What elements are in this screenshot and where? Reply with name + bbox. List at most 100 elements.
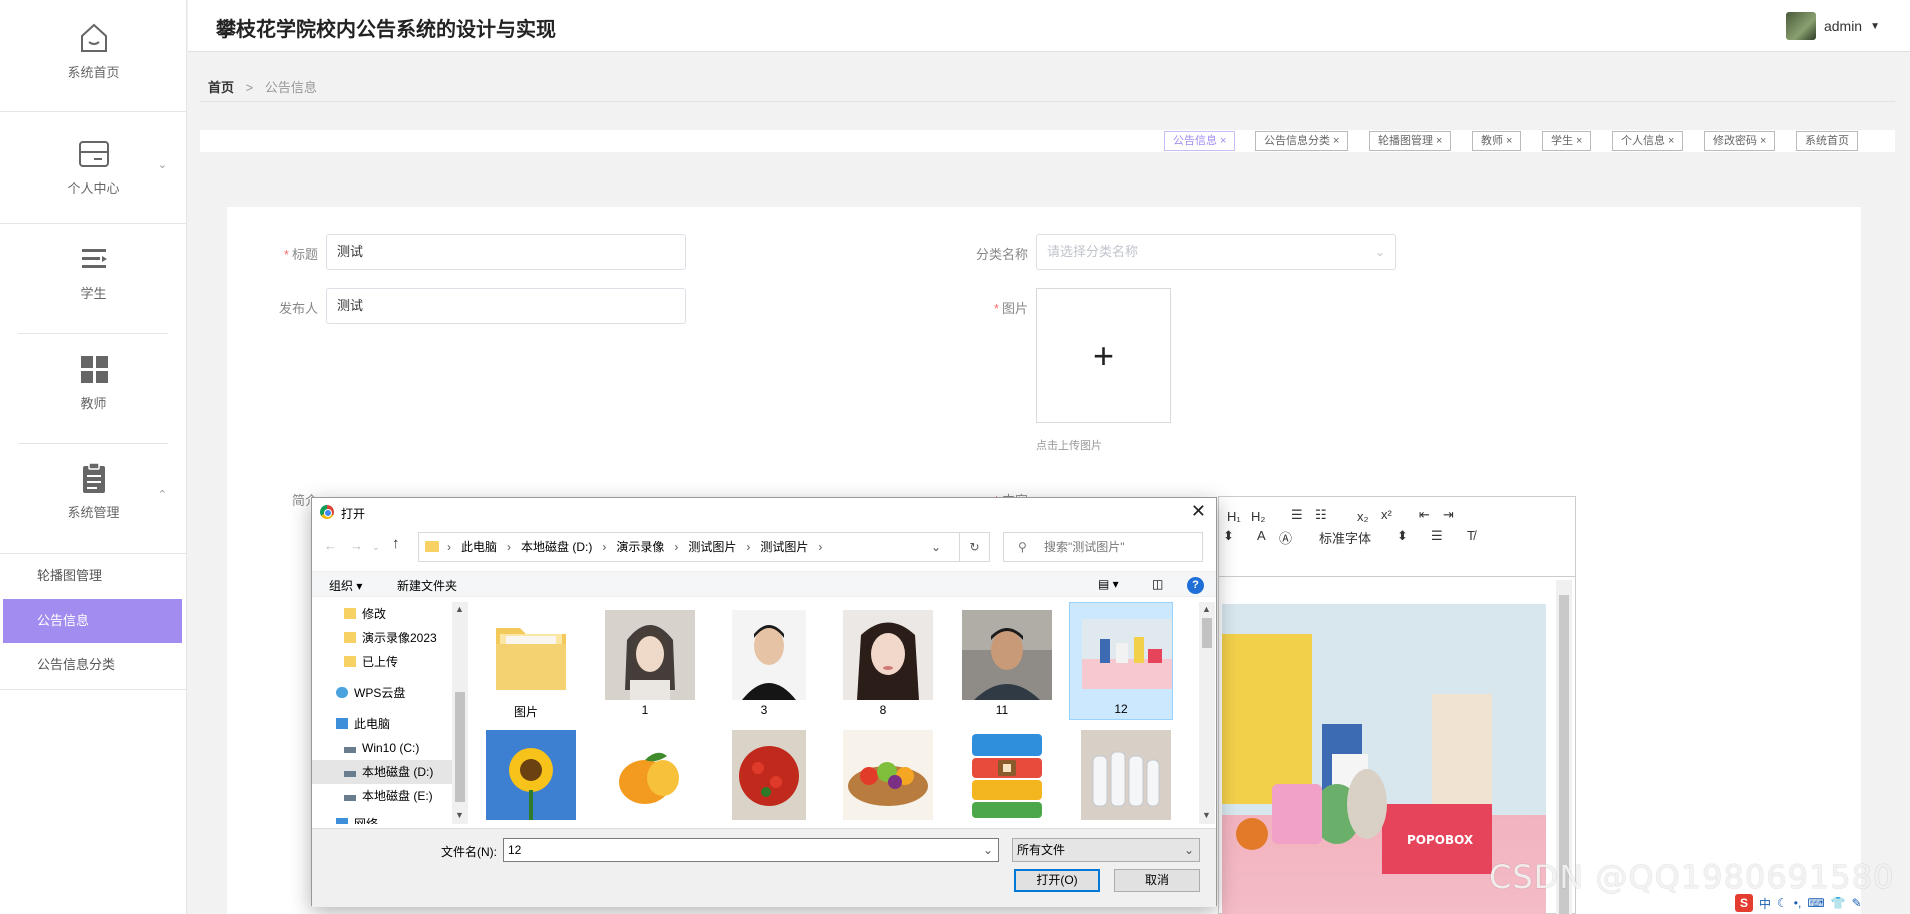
punctuation-icon[interactable]: •, [1794,896,1802,910]
help-icon[interactable]: ? [1187,577,1204,594]
tree-item[interactable]: 已上传 [312,650,452,674]
file-item[interactable] [474,724,578,824]
keyboard-icon[interactable]: ⌨ [1807,896,1824,910]
publisher-input[interactable]: 测试 [326,288,686,324]
breadcrumb-home[interactable]: 首页 [208,80,234,95]
up-arrow-icon[interactable]: ↑ [392,535,400,552]
tag-teachers[interactable]: 教师 × [1472,131,1522,151]
file-item[interactable]: 3 [712,604,816,722]
sidebar-label: 系统首页 [67,65,120,80]
moon-icon[interactable]: ☾ [1777,896,1788,910]
subscript-icon[interactable]: x₂ [1357,509,1369,524]
tag-profile[interactable]: 个人信息 × [1612,131,1684,151]
title-input[interactable]: 测试 [326,234,686,270]
cancel-button[interactable]: 取消 [1114,869,1200,892]
tag-label: 公告信息分类 [1264,135,1330,147]
close-icon[interactable]: ✕ [1191,501,1206,522]
tree-item[interactable]: 演示录像2023 [312,626,452,650]
ordered-list-icon[interactable]: ☰ [1291,507,1303,523]
indent-icon[interactable]: ⇥ [1443,507,1454,523]
scroll-thumb[interactable] [455,692,465,802]
font-select[interactable]: 标准字体 [1319,528,1371,547]
open-button[interactable]: 打开(O) [1014,869,1100,892]
clear-format-icon[interactable]: T̸ [1467,528,1475,543]
tag-notices[interactable]: 公告信息 × [1164,131,1236,151]
superscript-icon[interactable]: x² [1381,507,1392,522]
category-select[interactable]: 请选择分类名称 ⌄ [1036,234,1396,270]
scroll-up-icon[interactable]: ▲ [455,604,464,614]
scroll-up-icon[interactable]: ▲ [1202,604,1211,614]
tree-scrollbar[interactable]: ▲ ▼ [452,602,468,824]
file-scrollbar[interactable]: ▲ ▼ [1199,602,1215,824]
search-input[interactable]: ⚲ 搜索"测试图片" [1003,532,1203,562]
user-menu[interactable]: admin ▼ [1785,12,1880,40]
path-segment[interactable]: 本地磁盘 (D:) [521,540,592,554]
tools-icon[interactable]: ✎ [1852,896,1862,910]
sogou-icon[interactable]: S [1735,894,1753,912]
bullet-list-icon[interactable]: ☷ [1315,507,1327,523]
ime-language-icon[interactable]: 中 [1759,895,1771,912]
drive-icon [344,795,356,801]
view-options-icon[interactable]: ▤ ▾ [1098,577,1119,591]
align-icon[interactable]: ☰ [1431,528,1443,544]
tag-carousel[interactable]: 轮播图管理 × [1369,131,1452,151]
sidebar-item-teachers[interactable]: 教师 [0,351,187,412]
organize-button[interactable]: 组织 ▾ [329,577,362,594]
cloud-icon [336,687,348,698]
file-item[interactable] [831,724,935,824]
path-segment[interactable]: 此电脑 [461,540,497,554]
outdent-icon[interactable]: ⇤ [1419,507,1430,523]
file-item[interactable] [1069,724,1173,824]
path-segment[interactable]: 演示录像 [616,540,664,554]
scroll-down-icon[interactable]: ▼ [455,810,464,820]
chevron-down-icon[interactable]: ⌄ [931,533,941,561]
tag-students[interactable]: 学生 × [1542,131,1592,151]
sidebar-sub-notice-categories[interactable]: 公告信息分类 [0,643,187,687]
scroll-thumb[interactable] [1202,618,1212,648]
file-item[interactable] [593,724,697,824]
h1-icon[interactable]: H₁ [1227,509,1241,524]
file-item-selected[interactable]: 12 [1069,602,1173,720]
tree-item-selected[interactable]: 本地磁盘 (D:) [312,760,452,784]
background-color-icon[interactable]: Ⓐ [1279,528,1292,547]
refresh-icon[interactable]: ↻ [959,533,989,561]
forward-arrow-icon[interactable]: → [350,538,363,553]
scroll-down-icon[interactable]: ▼ [1202,810,1211,820]
tag-notice-categories[interactable]: 公告信息分类 × [1255,131,1349,151]
filename-input[interactable]: 12 ⌄ [503,838,999,862]
file-item[interactable] [950,724,1054,824]
sidebar-item-home[interactable]: 系统首页 [0,20,187,81]
tree-item[interactable]: 修改 [312,602,452,626]
address-bar[interactable]: › 此电脑 › 本地磁盘 (D:) › 演示录像 › 测试图片 › 测试图片 › ⌄ ↻ [418,532,990,562]
file-item[interactable]: 图片 [474,604,578,722]
image-upload[interactable]: + [1036,288,1171,423]
new-folder-button[interactable]: 新建文件夹 [397,577,457,594]
tree-item[interactable]: WPS云盘 [312,681,452,705]
file-item[interactable] [712,724,816,824]
path-segment[interactable]: 测试图片 [688,540,736,554]
sidebar-item-students[interactable]: 学生 [0,241,187,302]
tag-home[interactable]: 系统首页 [1796,131,1858,151]
filetype-select[interactable]: 所有文件 ⌄ [1012,838,1200,862]
file-item[interactable]: 11 [950,604,1054,722]
back-arrow-icon[interactable]: ← [324,538,337,553]
h2-icon[interactable]: H₂ [1251,509,1265,524]
tree-item[interactable]: Win10 (C:) [312,736,452,760]
preview-pane-icon[interactable]: ◫ [1152,577,1163,591]
recent-chevron-icon[interactable]: ⌄ [372,542,380,553]
sidebar-sub-notices[interactable]: 公告信息 [3,599,182,643]
tree-item[interactable]: 此电脑 [312,712,452,736]
path-segment[interactable]: 测试图片 [760,540,808,554]
sidebar-sub-carousel[interactable]: 轮播图管理 [0,554,187,598]
tag-password[interactable]: 修改密码 × [1704,131,1776,151]
sidebar-item-profile[interactable]: 个人中心 ⌄ [0,136,187,197]
sidebar-item-system[interactable]: 系统管理 ⌃ [0,460,187,521]
divider [0,223,187,224]
font-color-icon[interactable]: A [1257,528,1266,543]
tree-item[interactable]: 本地磁盘 (E:) [312,784,452,808]
file-item[interactable]: 1 [593,604,697,722]
skin-icon[interactable]: 👕 [1831,896,1846,910]
file-item[interactable]: 8 [831,604,935,722]
tree-item[interactable]: 网络 [312,812,452,824]
chevron-down-icon[interactable]: ⌄ [983,839,993,861]
